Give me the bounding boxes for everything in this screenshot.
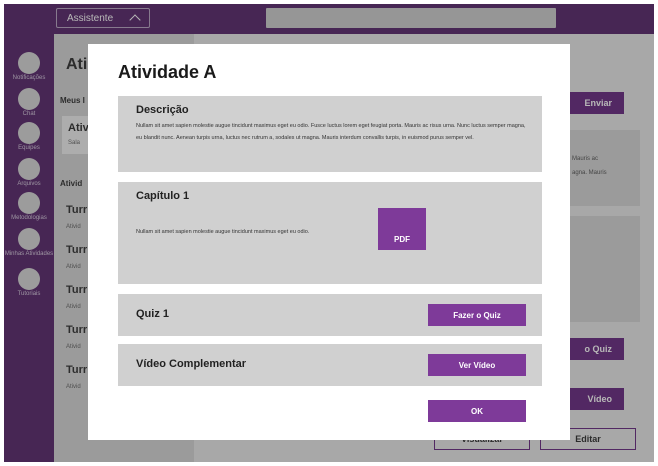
pdf-download-button[interactable]: PDF	[378, 208, 426, 250]
activity-modal: Atividade A Descrição Nullam sit amet sa…	[88, 44, 570, 440]
capitulo-text: Nullam sit amet sapien molestie augue ti…	[136, 229, 310, 235]
ok-button[interactable]: OK	[428, 400, 526, 422]
descricao-title: Descrição	[136, 104, 189, 116]
modal-title: Atividade A	[118, 62, 217, 82]
video-title: Vídeo Complementar	[136, 358, 247, 370]
descricao-text: Nullam sit amet sapien molestie augue ti…	[136, 123, 526, 141]
quiz-section: Quiz 1 Fazer o Quiz	[118, 294, 542, 336]
capitulo-section: Capítulo 1 Nullam sit amet sapien molest…	[118, 182, 542, 284]
capitulo-title: Capítulo 1	[136, 190, 190, 202]
ver-video-button[interactable]: Ver Vídeo	[428, 354, 526, 376]
pdf-label: PDF	[394, 235, 410, 244]
quiz-title: Quiz 1	[136, 308, 170, 320]
video-section: Vídeo Complementar Ver Vídeo	[118, 344, 542, 386]
descricao-section: Descrição Nullam sit amet sapien molesti…	[118, 96, 542, 172]
app-frame: Assistente Notificações Chat Equipes Arq…	[4, 4, 654, 462]
fazer-quiz-button[interactable]: Fazer o Quiz	[428, 304, 526, 326]
